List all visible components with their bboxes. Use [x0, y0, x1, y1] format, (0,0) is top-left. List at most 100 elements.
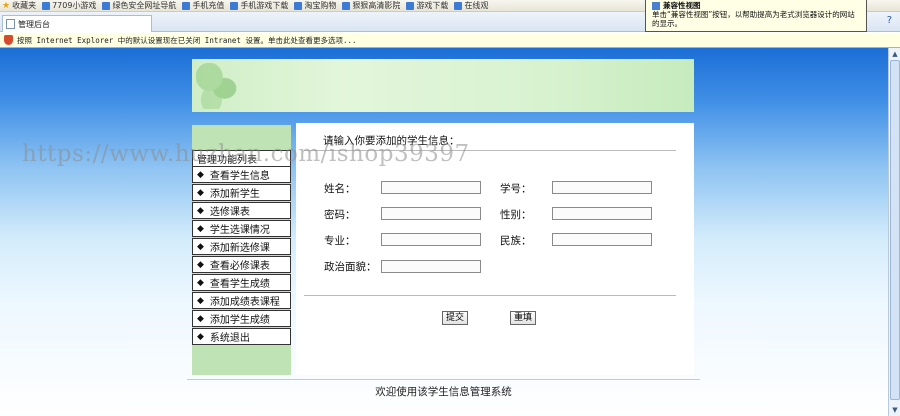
menu-item-label: 选修课表	[209, 207, 250, 218]
menu-item-course-selection[interactable]: ◆ 学生选课情况	[192, 220, 291, 237]
favorite-link[interactable]: 淘宝购物	[294, 0, 336, 11]
name-input[interactable]	[381, 181, 481, 194]
diamond-bullet-icon: ◆	[197, 331, 204, 342]
star-icon: ★	[2, 0, 11, 11]
favorite-label: 手机充值	[192, 1, 225, 10]
diamond-bullet-icon: ◆	[197, 169, 204, 180]
gender-input[interactable]	[552, 207, 652, 220]
page-icon	[102, 1, 111, 10]
menu-item-label: 添加学生成绩	[209, 315, 270, 326]
diamond-bullet-icon: ◆	[197, 223, 204, 234]
divider	[304, 150, 676, 151]
page-icon	[182, 1, 191, 10]
favorite-link[interactable]: 绿色安全网址导航	[102, 0, 176, 11]
menu-item-label: 查看必修课表	[209, 261, 270, 272]
header-banner	[192, 59, 694, 112]
menu-item-label: 系统退出	[209, 333, 250, 344]
compat-view-icon	[652, 1, 660, 10]
favorites-button[interactable]: ★ 收藏夹	[2, 0, 36, 11]
menu-header: 管理功能列表	[192, 150, 291, 167]
diamond-bullet-icon: ◆	[197, 313, 204, 324]
favorite-link[interactable]: 7709小游戏	[42, 0, 96, 11]
menu-item-add-student[interactable]: ◆ 添加新学生	[192, 184, 291, 201]
menu-item-logout[interactable]: ◆ 系统退出	[192, 328, 291, 345]
favorite-link[interactable]: 手机充值	[182, 0, 224, 11]
favorite-label: 狠狠高清影院	[352, 1, 401, 10]
add-student-form: 请输入你要添加的学生信息： 姓名： 学号： 密码： 性别： 专业： 民族： 政治…	[296, 123, 694, 375]
favorite-link[interactable]: 在线观	[454, 0, 488, 11]
information-bar[interactable]: 按照 Internet Explorer 中的默认设置现在已关闭 Intrane…	[0, 33, 900, 48]
favorite-label: 淘宝购物	[304, 1, 337, 10]
favorite-label: 绿色安全网址导航	[112, 1, 177, 10]
diamond-bullet-icon: ◆	[197, 187, 204, 198]
major-input[interactable]	[381, 233, 481, 246]
menu-item-view-students[interactable]: ◆ 查看学生信息	[192, 166, 291, 183]
page-icon	[342, 1, 351, 10]
submit-button[interactable]: 提交	[442, 311, 469, 325]
favorite-link[interactable]: 游戏下载	[406, 0, 448, 11]
page-icon	[42, 1, 51, 10]
menu-item-add-grade-course[interactable]: ◆ 添加成绩表课程	[192, 292, 291, 309]
page-icon	[454, 1, 463, 10]
tab-title: 管理后台	[18, 19, 50, 29]
leaf-image	[196, 63, 240, 109]
favorite-link[interactable]: 狠狠高清影院	[342, 0, 400, 11]
infobar-text: 按照 Internet Explorer 中的默认设置现在已关闭 Intrane…	[17, 35, 357, 45]
sidebar-menu: 管理功能列表 ◆ 查看学生信息 ◆ 添加新学生 ◆ 选修课表 ◆ 学生选课情况 …	[192, 125, 291, 375]
vertical-scrollbar[interactable]: ▲ ▼	[888, 48, 900, 416]
diamond-bullet-icon: ◆	[197, 295, 204, 306]
favorite-label: 游戏下载	[416, 1, 449, 10]
name-label: 姓名：	[324, 183, 356, 195]
footer-text: 欢迎使用该学生信息管理系统	[375, 386, 512, 398]
form-prompt: 请输入你要添加的学生信息：	[323, 135, 460, 147]
menu-item-label: 查看学生成绩	[209, 279, 270, 290]
menu-item-elective-courses[interactable]: ◆ 选修课表	[192, 202, 291, 219]
page-icon	[6, 19, 15, 29]
ethnicity-label: 民族：	[500, 235, 532, 247]
footer-divider	[187, 379, 700, 380]
menu-item-label: 添加新学生	[209, 189, 260, 200]
diamond-bullet-icon: ◆	[197, 205, 204, 216]
page-icon	[230, 1, 239, 10]
favorite-link[interactable]: 手机游戏下载	[230, 0, 288, 11]
reset-button[interactable]: 重填	[510, 311, 537, 325]
student-id-input[interactable]	[552, 181, 652, 194]
menu-item-label: 添加新选修课	[209, 243, 270, 254]
menu-item-add-elective[interactable]: ◆ 添加新选修课	[192, 238, 291, 255]
menu-item-view-grades[interactable]: ◆ 查看学生成绩	[192, 274, 291, 291]
menu-item-label: 查看学生信息	[209, 171, 270, 182]
tab-admin[interactable]: 管理后台	[2, 15, 152, 32]
diamond-bullet-icon: ◆	[197, 277, 204, 288]
help-icon[interactable]: ?	[887, 15, 892, 26]
favorite-label: 7709小游戏	[52, 1, 97, 10]
diamond-bullet-icon: ◆	[197, 259, 204, 270]
divider	[304, 295, 676, 296]
scroll-down-icon[interactable]: ▼	[891, 406, 899, 414]
ethnicity-input[interactable]	[552, 233, 652, 246]
tooltip-title: 兼容性视图	[663, 1, 701, 10]
favorite-label: 在线观	[464, 1, 489, 10]
scroll-thumb[interactable]	[890, 60, 900, 400]
menu-item-required-courses[interactable]: ◆ 查看必修课表	[192, 256, 291, 273]
tooltip-text: 单击“兼容性视图”按钮，以帮助提高为老式浏览器设计的网站的显示。	[652, 10, 855, 28]
major-label: 专业：	[324, 235, 356, 247]
menu-item-label: 添加成绩表课程	[209, 297, 280, 308]
compat-view-tooltip: 兼容性视图 单击“兼容性视图”按钮，以帮助提高为老式浏览器设计的网站的显示。	[645, 0, 867, 32]
gender-label: 性别：	[500, 209, 532, 221]
page-icon	[294, 1, 303, 10]
menu-item-label: 学生选课情况	[209, 225, 270, 236]
shield-icon	[4, 35, 13, 45]
student-id-label: 学号：	[500, 183, 532, 195]
menu-header-label: 管理功能列表	[197, 155, 257, 166]
political-status-label: 政治面貌：	[324, 261, 377, 273]
scroll-up-icon[interactable]: ▲	[891, 50, 899, 58]
page-viewport: 管理功能列表 ◆ 查看学生信息 ◆ 添加新学生 ◆ 选修课表 ◆ 学生选课情况 …	[0, 48, 888, 416]
favorites-label: 收藏夹	[12, 1, 37, 10]
password-input[interactable]	[381, 207, 481, 220]
favorite-label: 手机游戏下载	[240, 1, 289, 10]
password-label: 密码：	[324, 209, 356, 221]
menu-item-add-grades[interactable]: ◆ 添加学生成绩	[192, 310, 291, 327]
political-status-input[interactable]	[381, 260, 481, 273]
diamond-bullet-icon: ◆	[197, 241, 204, 252]
page-icon	[406, 1, 415, 10]
